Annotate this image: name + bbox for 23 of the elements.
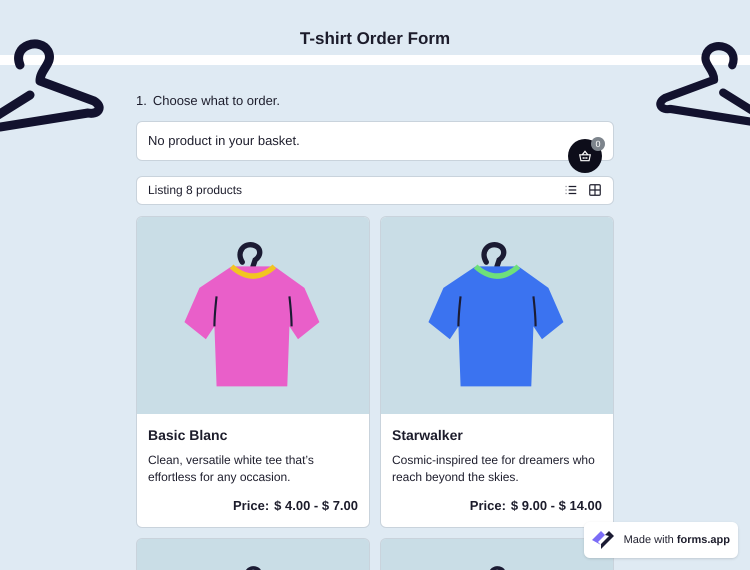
product-description: Cosmic-inspired tee for dreamers who reach beyond the skies. [392, 452, 596, 486]
listing-label: Listing 8 products [148, 182, 244, 199]
price-label: Price: [470, 496, 506, 514]
made-with-badge[interactable]: Made with forms.app [584, 522, 738, 558]
product-card[interactable]: Starwalker Cosmic-inspired tee for dreamers who reach beyond the skies. Price: $ 9.00 - $ 14.00 [380, 216, 614, 528]
basket-message: No product in your basket. [148, 132, 300, 150]
price-value: $ 9.00 - $ 14.00 [510, 496, 602, 514]
list-view-icon[interactable] [564, 183, 578, 197]
product-name: Basic Blanc [148, 426, 228, 444]
question-label: Choose what to order. [152, 92, 280, 110]
product-name: Starwalker [392, 426, 464, 444]
badge-text: Made with forms.app [624, 532, 731, 548]
product-card[interactable]: Basic Blanc Clean, versatile white tee that’s effortless for any occasion. Price: $ 4.00 - $ 7.00 [136, 216, 370, 528]
grid-view-icon[interactable] [588, 183, 602, 197]
price-value: $ 4.00 - $ 7.00 [274, 496, 358, 514]
question-number: 1. [136, 92, 147, 110]
basket-button[interactable] [568, 138, 602, 172]
product-description: Clean, versatile white tee that’s effortless for any occasion. [148, 452, 315, 486]
basket-icon [578, 148, 592, 162]
price-label: Price: [233, 496, 270, 514]
form-title: T-shirt Order Form [300, 28, 450, 50]
basket-count: 0 [591, 136, 605, 150]
logo-icon [590, 528, 616, 552]
